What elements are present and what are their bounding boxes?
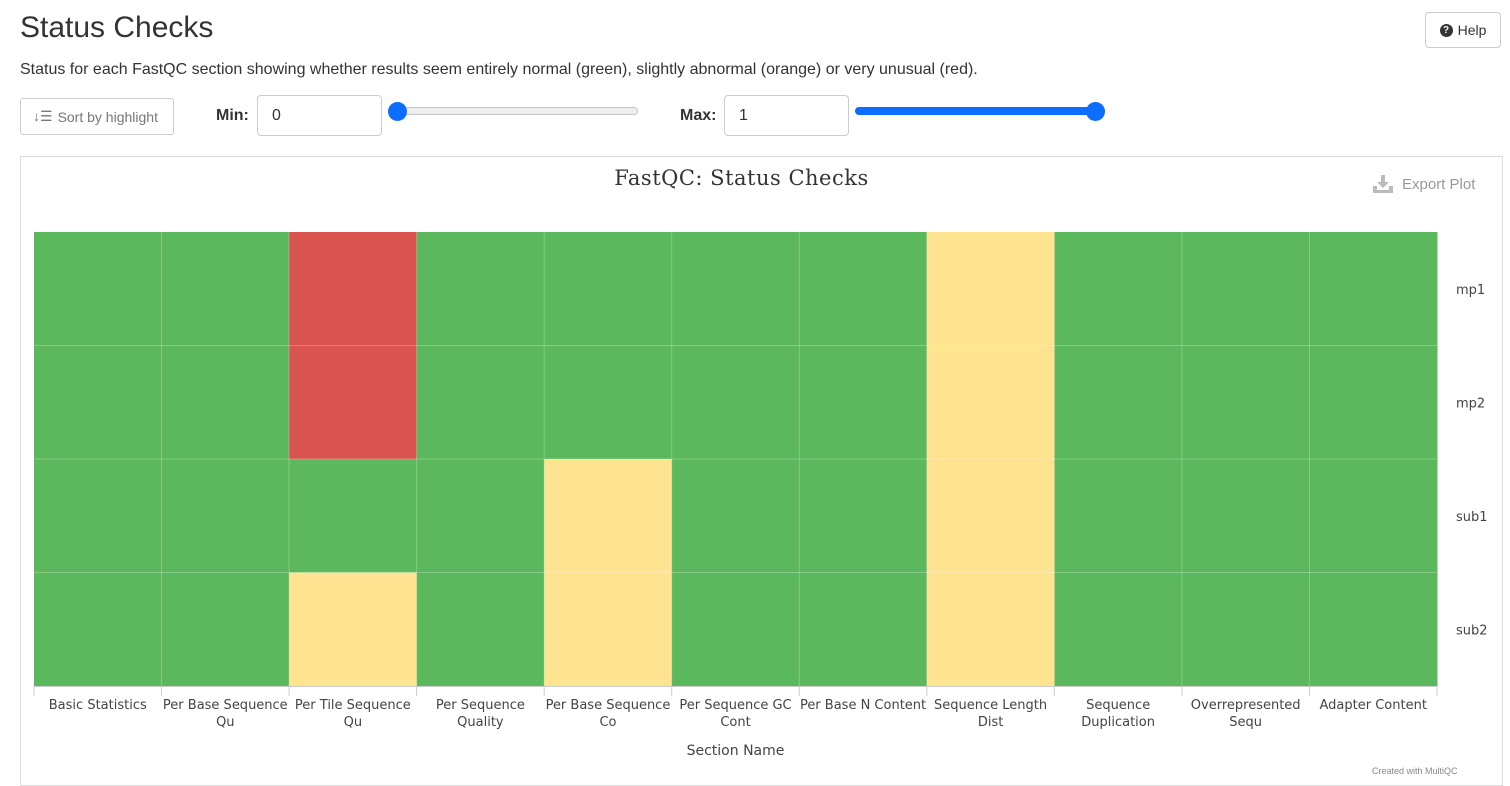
y-tick-label: mp1 <box>1456 283 1485 298</box>
heatmap-cell <box>1181 459 1310 573</box>
heatmap-cell <box>416 572 545 687</box>
heatmap-cell <box>1309 345 1438 460</box>
heatmap-cell <box>34 572 163 687</box>
x-tick-label: Overrepresented Sequ <box>1191 698 1301 730</box>
heatmap-cell <box>416 345 545 460</box>
heatmap-cell <box>926 572 1055 687</box>
x-tick-label: Per Base N Content <box>800 698 926 713</box>
heatmap-cell <box>799 572 928 687</box>
heatmap-cell <box>926 232 1055 346</box>
heatmap-cell <box>161 572 290 687</box>
heatmap-cell <box>926 459 1055 573</box>
heatmap-cell <box>34 459 163 573</box>
heatmap-cell <box>289 572 418 687</box>
heatmap-cell <box>544 232 673 346</box>
heatmap-chart: Basic Statistics Per Base Sequence QuPer T… <box>33 232 1488 759</box>
x-tick-label: Per Sequence Quality <box>436 698 525 730</box>
heatmap-cell <box>1054 572 1183 687</box>
heatmap-cell <box>799 232 928 346</box>
y-tick-label: sub2 <box>1456 623 1488 638</box>
x-tick-label: Per Tile Sequence Qu <box>295 698 411 730</box>
heatmap-cell <box>544 345 673 460</box>
heatmap-cell <box>671 459 800 573</box>
x-axis-title: Section Name <box>687 743 785 759</box>
heatmap-cell <box>799 345 928 460</box>
heatmap-cell <box>671 232 800 346</box>
x-tick-label: Per Base Sequence Qu <box>163 698 288 730</box>
x-tick-label: Adapter Content <box>1320 698 1427 713</box>
heatmap-cell <box>161 459 290 573</box>
heatmap-cell <box>544 572 673 687</box>
heatmap-cell <box>1181 345 1310 460</box>
heatmap-cell <box>799 459 928 573</box>
heatmap-cell <box>289 232 418 346</box>
heatmap-cell <box>926 345 1055 460</box>
heatmap-cell <box>416 459 545 573</box>
heatmap-cell <box>1181 572 1310 687</box>
heatmap-cell <box>544 459 673 573</box>
heatmap-cell <box>1309 459 1438 573</box>
y-tick-label: mp2 <box>1456 396 1485 411</box>
heatmap-cell <box>34 232 163 346</box>
heatmap-cell <box>289 459 418 573</box>
heatmap-cell <box>416 232 545 346</box>
heatmap-cell <box>1309 232 1438 346</box>
heatmap-cell <box>1054 459 1183 573</box>
created-with-credit: Created with MultiQC <box>1372 766 1458 776</box>
x-tick-label: Sequence Duplication <box>1081 698 1155 730</box>
x-tick-label: Basic Statistics <box>49 698 147 713</box>
heatmap-cell <box>671 572 800 687</box>
heatmap-cell <box>1054 232 1183 346</box>
x-tick-label: Per Base Sequence Co <box>546 698 671 730</box>
y-tick-label: sub1 <box>1456 510 1488 525</box>
heatmap-cell <box>671 345 800 460</box>
heatmap-cell <box>1054 345 1183 460</box>
heatmap-cell <box>1181 232 1310 346</box>
heatmap-cell <box>289 345 418 460</box>
x-tick-label: Sequence Length Dist <box>934 698 1047 730</box>
heatmap-cell <box>1309 572 1438 687</box>
heatmap-cell <box>34 345 163 460</box>
x-tick-label: Per Sequence GC Cont <box>679 698 791 730</box>
heatmap-cell <box>161 232 290 346</box>
heatmap-cell <box>161 345 290 460</box>
